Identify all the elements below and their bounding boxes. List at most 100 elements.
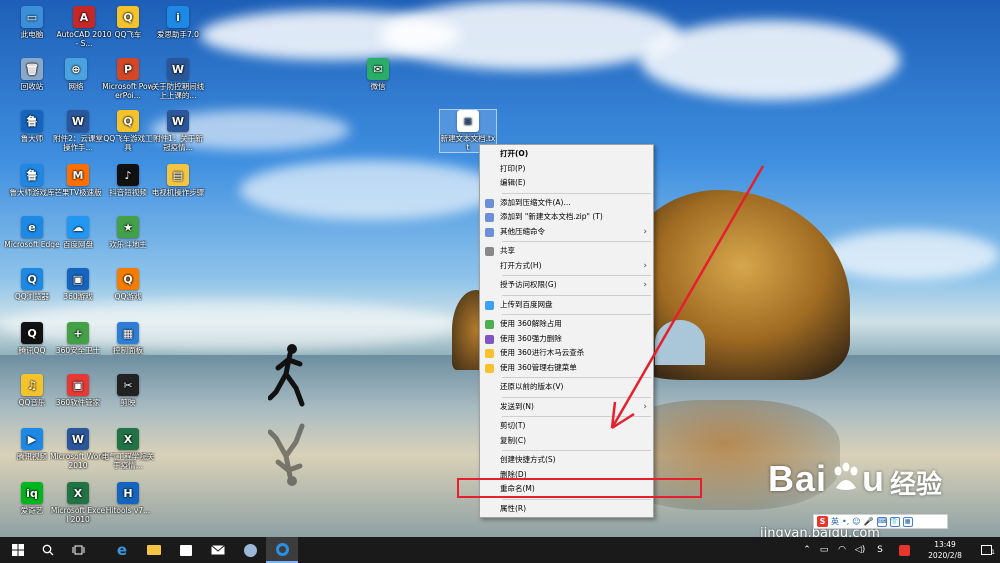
context-menu-item[interactable]: 使用 360强力删除 — [480, 332, 653, 347]
action-center-button[interactable]: 1 — [974, 537, 998, 563]
input-language-tray[interactable]: S — [872, 537, 888, 563]
desktop-icon-label: 附件2：云课堂操作手... — [53, 134, 103, 152]
submenu-arrow-icon: › — [643, 401, 647, 412]
skin-icon[interactable]: 👕 — [889, 516, 900, 527]
sogou-logo-icon[interactable]: S — [817, 516, 828, 527]
context-menu-item[interactable]: 编辑(E) — [480, 176, 653, 191]
search-button[interactable] — [32, 537, 64, 563]
context-menu-item[interactable]: 使用 360进行木马云查杀 — [480, 346, 653, 361]
context-menu-item[interactable]: 创建快捷方式(S) — [480, 453, 653, 468]
menu-item-icon — [485, 213, 494, 222]
task-view-button[interactable] — [62, 537, 94, 563]
desktop-icon-label: QQ游戏 — [114, 292, 142, 301]
desktop-icon[interactable]: ♪ 抖音短视频 — [100, 164, 156, 197]
context-menu-item[interactable]: 共享 — [480, 244, 653, 259]
cloud — [820, 230, 1000, 280]
watermark-suffix: 经验 — [890, 470, 943, 500]
volume-icon: ◁) — [854, 545, 866, 555]
wifi-tray[interactable]: ◠ — [834, 537, 850, 563]
desktop-icon[interactable]: P Microsoft PowerPoi... — [100, 58, 156, 100]
desktop-icon-image: e — [21, 216, 43, 238]
watermark-brand: Bai — [768, 458, 828, 499]
cloud — [240, 160, 500, 220]
emoji-icon[interactable]: ☺ — [852, 517, 860, 526]
desktop-icon[interactable]: ▣ 360游戏 — [50, 268, 106, 301]
desktop-icon-label: QQ飞车 — [114, 30, 142, 39]
context-menu-item[interactable]: 使用 360管理右键菜单 — [480, 361, 653, 376]
desktop-icon-image: ▣ — [67, 374, 89, 396]
qq-browser-taskbar-button[interactable] — [266, 537, 298, 563]
desktop-icon[interactable]: ▤ 电视机操作步骤 — [150, 164, 206, 197]
sogou-tray[interactable] — [896, 537, 912, 563]
context-menu-item[interactable]: 打开方式(H) › — [480, 259, 653, 274]
baidu-paw-icon — [834, 462, 858, 490]
context-menu-item[interactable]: 使用 360解除占用 — [480, 317, 653, 332]
desktop-icon[interactable]: ☁ 百度网盘 — [50, 216, 106, 249]
desktop-icon[interactable]: i 爱思助手7.0 — [150, 6, 206, 39]
rock-arch-hole — [655, 320, 705, 365]
context-menu-item[interactable]: 添加到 "新建文本文档.zip" (T) — [480, 210, 653, 225]
menu-separator — [502, 396, 651, 398]
toolbox-icon[interactable]: ▦ — [902, 516, 913, 527]
desktop-icon[interactable]: +360安全卫士 — [50, 322, 106, 355]
start-button[interactable] — [2, 537, 34, 563]
desktop-icon[interactable]: W 关于防控期间线上上课的... — [150, 58, 206, 100]
desktop-icon[interactable]: ★ 欢乐斗地主 — [100, 216, 156, 249]
context-menu-item[interactable]: 添加到压缩文件(A)... — [480, 196, 653, 211]
desktop-icon[interactable]: ⊕ 网络 — [48, 58, 104, 91]
desktop-icon-label: Microsoft Word 2010 — [50, 452, 106, 470]
desktop-icon[interactable]: ✂ 剪映 — [100, 374, 156, 407]
desktop-icon-label: 网络 — [68, 82, 84, 91]
network-icon: ▭ — [819, 545, 829, 555]
context-menu-item[interactable]: 还原以前的版本(V) — [480, 380, 653, 395]
desktop-icon-image: Q — [117, 268, 139, 290]
mail-icon — [211, 545, 225, 555]
chevron-up-icon: ⌃ — [803, 545, 811, 555]
desktop-icon[interactable]: X Microsoft Excel 2010 — [50, 482, 106, 524]
context-menu-item[interactable]: 上传到百度网盘 — [480, 298, 653, 313]
desktop-icon-image: W — [167, 58, 189, 80]
store-taskbar-button[interactable] — [170, 537, 202, 563]
ime-toolbar[interactable]: S 英 •, ☺ 🎤 ⌨ 👕 ▦ — [813, 514, 948, 529]
menu-separator — [502, 294, 651, 296]
volume-tray[interactable]: ◁) — [852, 537, 868, 563]
desktop-icon[interactable]: Q QQ飞车 — [100, 6, 156, 39]
menu-item-icon — [485, 320, 494, 329]
context-menu-item[interactable]: 属性(R) — [480, 502, 653, 517]
desktop-icon[interactable]: ▣ 360软件管家 — [50, 374, 106, 407]
desktop-icon[interactable]: ▭ 此电脑 — [4, 6, 60, 39]
mail-taskbar-button[interactable] — [202, 537, 234, 563]
app-taskbar-button[interactable] — [234, 537, 266, 563]
microphone-icon[interactable]: 🎤 — [864, 517, 874, 526]
ime-language-label: S — [877, 545, 883, 555]
context-menu-item[interactable]: 其他压缩命令 › — [480, 225, 653, 240]
menu-item-label: 其他压缩命令 — [500, 226, 545, 236]
desktop-icon[interactable]: Q QQ游戏 — [100, 268, 156, 301]
desktop-icon[interactable]: Q QQ飞车游戏工具 — [100, 110, 156, 152]
edge-taskbar-button[interactable]: e — [106, 537, 138, 563]
show-hidden-icons-button[interactable]: ⌃ — [800, 537, 814, 563]
menu-separator — [502, 416, 651, 417]
desktop-icon[interactable]: W Microsoft Word 2010 — [50, 428, 106, 470]
desktop-icon[interactable]: W 附件1：关于新冠疫情... — [150, 110, 206, 152]
desktop-icon[interactable]: ▦ 控制面板 — [100, 322, 156, 355]
file-explorer-taskbar-button[interactable] — [138, 537, 170, 563]
desktop-icon[interactable]: W 附件2：云课堂操作手... — [50, 110, 106, 152]
desktop-icon[interactable]: M 芒果TV极速版 — [50, 164, 106, 197]
desktop-icon[interactable]: X 电气工程学院关于疫情... — [100, 428, 156, 470]
annotation-highlight-box — [457, 478, 702, 498]
network-tray[interactable]: ▭ — [816, 537, 832, 563]
context-menu-item[interactable]: 打开(O) — [480, 147, 653, 162]
context-menu-item[interactable]: 打印(P) — [480, 162, 653, 177]
desktop-icon-image: W — [167, 110, 189, 132]
punctuation-icon[interactable]: •, — [842, 517, 849, 526]
context-menu-item[interactable]: 发送到(N) › — [480, 400, 653, 415]
context-menu-item[interactable]: 剪切(T) — [480, 419, 653, 434]
desktop-icon[interactable]: H Hitools v7... — [100, 482, 156, 515]
context-menu-item[interactable]: 复制(C) — [480, 434, 653, 449]
ime-mode[interactable]: 英 — [831, 516, 839, 527]
desktop-icon[interactable]: ✉ 微信 — [350, 58, 406, 91]
keyboard-icon[interactable]: ⌨ — [876, 516, 887, 527]
context-menu-item[interactable]: 授予访问权限(G) › — [480, 278, 653, 293]
taskbar-clock[interactable]: 13:49 2020/2/8 — [917, 539, 973, 561]
